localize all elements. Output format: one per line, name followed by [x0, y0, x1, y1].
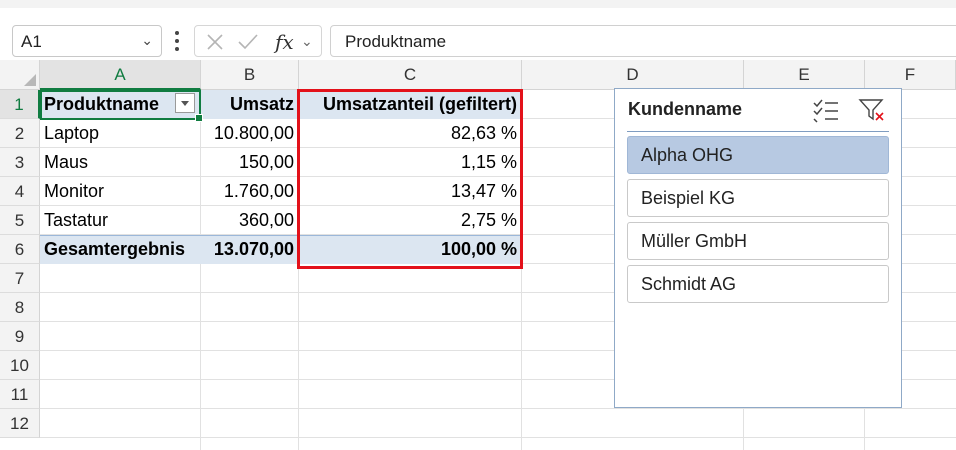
formula-bar: A1 ⌄ fx ⌄ Produktname	[0, 8, 956, 60]
row-header-11[interactable]: 11	[0, 380, 40, 409]
multi-select-icon[interactable]	[812, 97, 840, 123]
cell-b5[interactable]: 360,00	[201, 206, 298, 235]
cell-a5[interactable]: Tastatur	[40, 206, 200, 235]
column-header-d[interactable]: D	[522, 60, 744, 90]
more-options-icon[interactable]	[172, 27, 182, 53]
cell-b2[interactable]: 10.800,00	[201, 119, 298, 148]
row-header-7[interactable]: 7	[0, 264, 40, 293]
column-header-f[interactable]: F	[865, 60, 956, 90]
chevron-down-icon[interactable]: ⌄	[301, 33, 313, 50]
row-header-8[interactable]: 8	[0, 293, 40, 322]
slicer-divider	[627, 131, 889, 132]
grid-line	[40, 408, 956, 409]
slicer-item-mueller-gmbh[interactable]: Müller GmbH	[627, 222, 889, 260]
cell-b3[interactable]: 150,00	[201, 148, 298, 177]
cell-a2[interactable]: Laptop	[40, 119, 200, 148]
cell-b1[interactable]: Umsatz	[201, 90, 298, 119]
slicer-item-beispiel-kg[interactable]: Beispiel KG	[627, 179, 889, 217]
row-header-12[interactable]: 12	[0, 409, 40, 438]
column-header-a[interactable]: A	[40, 60, 201, 90]
column-header-c[interactable]: C	[299, 60, 522, 90]
highlight-box	[297, 89, 523, 269]
cell-b4[interactable]: 1.760,00	[201, 177, 298, 206]
slicer-title: Kundenname	[628, 99, 743, 119]
row-header-1[interactable]: 1	[0, 90, 40, 119]
slicer-item-schmidt-ag[interactable]: Schmidt AG	[627, 265, 889, 303]
column-header-b[interactable]: B	[201, 60, 299, 90]
check-icon[interactable]	[237, 32, 259, 52]
clear-filter-icon[interactable]	[858, 97, 886, 123]
cell-b6[interactable]: 13.070,00	[201, 235, 298, 264]
grid-line	[40, 437, 956, 438]
formula-input[interactable]: Produktname	[330, 25, 956, 57]
name-box[interactable]: A1 ⌄	[12, 25, 162, 57]
slicer-item-alpha-ohg[interactable]: Alpha OHG	[627, 136, 889, 174]
row-header-3[interactable]: 3	[0, 148, 40, 177]
row-header-4[interactable]: 4	[0, 177, 40, 206]
insert-function-icon[interactable]: fx	[275, 30, 294, 54]
formula-value: Produktname	[345, 32, 447, 51]
select-all-button[interactable]	[0, 60, 40, 90]
row-header-2[interactable]: 2	[0, 119, 40, 148]
cell-a6[interactable]: Gesamtergebnis	[40, 235, 200, 264]
row-header-5[interactable]: 5	[0, 206, 40, 235]
cell-a3[interactable]: Maus	[40, 148, 200, 177]
spreadsheet-grid: A B C D E F 1 2 3 4 5 6 7 8 9 10 11 12 P…	[0, 60, 956, 450]
cancel-icon[interactable]	[205, 32, 225, 52]
row-header-6[interactable]: 6	[0, 235, 40, 264]
active-cell-border	[40, 90, 203, 122]
row-header-9[interactable]: 9	[0, 322, 40, 351]
column-header-e[interactable]: E	[744, 60, 865, 90]
chevron-down-icon[interactable]: ⌄	[141, 32, 153, 49]
formula-actions: fx ⌄	[194, 25, 322, 57]
slicer-kundenname[interactable]: Kundenname Alpha OHG Beispiel KG Müller …	[614, 88, 902, 408]
name-box-value: A1	[21, 32, 42, 51]
row-header-10[interactable]: 10	[0, 351, 40, 380]
cell-a4[interactable]: Monitor	[40, 177, 200, 206]
